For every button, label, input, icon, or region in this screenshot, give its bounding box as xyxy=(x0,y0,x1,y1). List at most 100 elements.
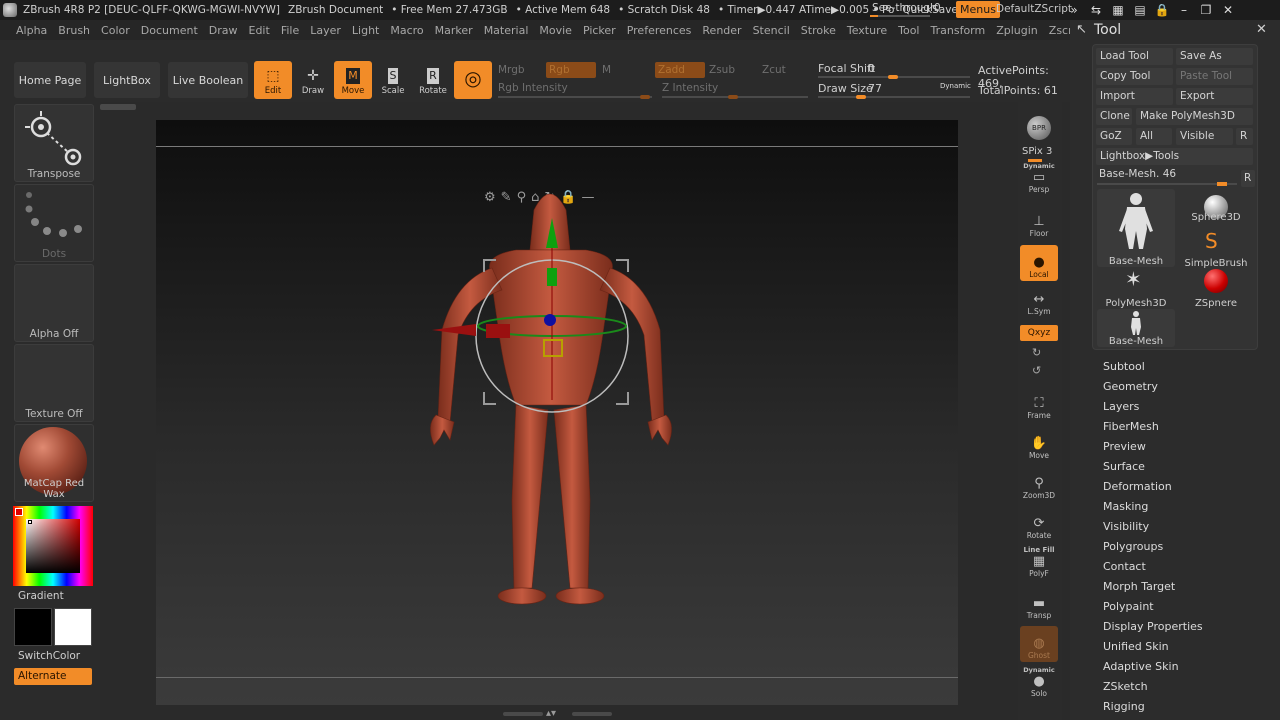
switch-color-button[interactable]: SwitchColor xyxy=(18,650,80,662)
menu-stroke[interactable]: Stroke xyxy=(801,24,836,37)
load-tool-button[interactable]: Load Tool xyxy=(1096,48,1173,65)
rotate-mode-button[interactable]: R Rotate xyxy=(414,61,452,99)
close-icon[interactable]: ✕ xyxy=(1220,2,1236,18)
color-picker[interactable] xyxy=(13,506,93,586)
rotate-y-icon[interactable]: ↻ xyxy=(1032,346,1041,359)
solo-button[interactable]: Dynamic ● Solo xyxy=(1020,666,1058,700)
zcut-toggle[interactable]: Zcut xyxy=(762,64,786,76)
subpalette-polygroups[interactable]: Polygroups xyxy=(1103,540,1163,553)
menu-alpha[interactable]: Alpha xyxy=(16,24,47,37)
stroke-dots-button[interactable]: Dots xyxy=(14,184,94,262)
menus-button[interactable]: Menus xyxy=(956,1,1000,18)
home-page-button[interactable]: Home Page xyxy=(14,62,86,98)
draw-size-knob[interactable] xyxy=(856,95,866,99)
zoom3d-button[interactable]: ⚲ Zoom3D xyxy=(1020,466,1058,502)
base-mesh-model[interactable] xyxy=(156,120,958,705)
menu-macro[interactable]: Macro xyxy=(390,24,423,37)
saturation-square[interactable] xyxy=(26,519,80,573)
move-view-button[interactable]: ✋ Move xyxy=(1020,426,1058,462)
bpr-button[interactable]: BPR xyxy=(1020,106,1058,142)
tool-thumb-polymesh3d[interactable]: ✶ PolyMesh3D xyxy=(1097,267,1175,309)
menu-color[interactable]: Color xyxy=(101,24,130,37)
lightbox-tools-button[interactable]: Lightbox▶Tools xyxy=(1096,148,1253,165)
menu-stencil[interactable]: Stencil xyxy=(753,24,790,37)
subpalette-polypaint[interactable]: Polypaint xyxy=(1103,600,1154,613)
clone-button[interactable]: Clone xyxy=(1096,108,1132,125)
draw-mode-button[interactable]: ✛ Draw xyxy=(294,61,332,99)
rgb-toggle[interactable]: Rgb xyxy=(546,62,596,78)
copy-tool-button[interactable]: Copy Tool xyxy=(1096,68,1173,85)
rgb-intensity-knob[interactable] xyxy=(640,95,650,99)
collapse-arrow-icon[interactable]: ▴▾ xyxy=(546,708,556,719)
subpalette-geometry[interactable]: Geometry xyxy=(1103,380,1158,393)
move-mode-button[interactable]: M Move xyxy=(334,61,372,99)
lsym-button[interactable]: ↔ L.Sym xyxy=(1020,286,1058,318)
menu-draw[interactable]: Draw xyxy=(209,24,238,37)
menu-render[interactable]: Render xyxy=(702,24,741,37)
bottom-scroll-handle-2[interactable] xyxy=(572,712,612,716)
rgb-intensity-slider[interactable] xyxy=(498,96,652,98)
floor-button[interactable]: ⊥ Floor xyxy=(1020,204,1058,240)
make-polymesh-button[interactable]: Make PolyMesh3D xyxy=(1136,108,1253,125)
subpalette-visibility[interactable]: Visibility xyxy=(1103,520,1149,533)
script-icon[interactable]: ▤ xyxy=(1132,2,1148,18)
alpha-button[interactable]: Alpha Off xyxy=(14,264,94,342)
alternate-button[interactable]: Alternate xyxy=(14,668,92,685)
subpalette-masking[interactable]: Masking xyxy=(1103,500,1148,513)
subpalette-subtool[interactable]: Subtool xyxy=(1103,360,1145,373)
menu-file[interactable]: File xyxy=(281,24,299,37)
ghost-button[interactable]: ◍ Ghost xyxy=(1020,626,1058,662)
subpalette-fibermesh[interactable]: FiberMesh xyxy=(1103,420,1159,433)
lightbox-button[interactable]: LightBox xyxy=(94,62,160,98)
subpalette-morph-target[interactable]: Morph Target xyxy=(1103,580,1175,593)
goz-r-button[interactable]: R xyxy=(1236,128,1253,145)
base-mesh-r-button[interactable]: R xyxy=(1241,170,1255,187)
focal-shift-knob[interactable] xyxy=(888,75,898,79)
document-label[interactable]: ZBrush Document xyxy=(284,4,387,16)
save-as-button[interactable]: Save As xyxy=(1176,48,1253,65)
subpalette-unified-skin[interactable]: Unified Skin xyxy=(1103,640,1169,653)
subpalette-layers[interactable]: Layers xyxy=(1103,400,1139,413)
paste-tool-button[interactable]: Paste Tool xyxy=(1176,68,1253,85)
menu-zplugin[interactable]: Zplugin xyxy=(996,24,1038,37)
zadd-toggle[interactable]: Zadd xyxy=(655,62,705,78)
menu-material[interactable]: Material xyxy=(484,24,529,37)
material-button[interactable]: MatCap Red Wax xyxy=(14,424,94,502)
menu-picker[interactable]: Picker xyxy=(583,24,616,37)
bottom-scroll-handle[interactable] xyxy=(503,712,543,716)
main-color-swatch[interactable] xyxy=(54,608,92,646)
subpalette-deformation[interactable]: Deformation xyxy=(1103,480,1172,493)
menu-transform[interactable]: Transform xyxy=(931,24,986,37)
help-icon[interactable]: » xyxy=(1066,2,1082,18)
mrgb-toggle[interactable]: Mrgb xyxy=(498,64,525,76)
default-zscript-button[interactable]: DefaultZScript xyxy=(996,3,1072,15)
import-button[interactable]: Import xyxy=(1096,88,1173,105)
lock-icon[interactable]: 🔒 xyxy=(1154,2,1170,18)
menu-brush[interactable]: Brush xyxy=(58,24,90,37)
gradient-toggle[interactable]: Gradient xyxy=(18,590,64,602)
menu-movie[interactable]: Movie xyxy=(539,24,572,37)
document-canvas[interactable]: ⚙ ✎ ⚲ ⌂ ↻ 🔒 — xyxy=(156,120,958,705)
local-button[interactable]: ● Local xyxy=(1020,245,1058,281)
layout-icon[interactable]: ⇆ xyxy=(1088,2,1104,18)
menu-preferences[interactable]: Preferences xyxy=(627,24,692,37)
tool-thumb-simplebrush[interactable]: S SimpleBrush xyxy=(1177,229,1255,269)
frame-button[interactable]: ⛶ Frame xyxy=(1020,386,1058,422)
tool-back-icon[interactable]: ↖ xyxy=(1076,22,1087,37)
live-boolean-button[interactable]: Live Boolean xyxy=(168,62,248,98)
goz-all-button[interactable]: All xyxy=(1136,128,1172,145)
transp-button[interactable]: ▬ Transp xyxy=(1020,586,1058,622)
tool-thumb-zsphere[interactable]: ZSpnere xyxy=(1177,269,1255,309)
goz-visible-button[interactable]: Visible xyxy=(1176,128,1233,145)
subpalette-preview[interactable]: Preview xyxy=(1103,440,1146,453)
subpalette-rigging[interactable]: Rigging xyxy=(1103,700,1145,713)
tool-close-icon[interactable]: ✕ xyxy=(1256,22,1267,37)
xyz-button[interactable]: Qxyz xyxy=(1020,325,1058,341)
export-button[interactable]: Export xyxy=(1176,88,1253,105)
texture-button[interactable]: Texture Off xyxy=(14,344,94,422)
edit-mode-button[interactable]: ⬚ Edit xyxy=(254,61,292,99)
rotate-z-icon[interactable]: ↺ xyxy=(1032,364,1041,377)
transpose-button[interactable]: Transpose xyxy=(14,104,94,182)
maximize-icon[interactable]: ❐ xyxy=(1198,2,1214,18)
menu-document[interactable]: Document xyxy=(141,24,198,37)
